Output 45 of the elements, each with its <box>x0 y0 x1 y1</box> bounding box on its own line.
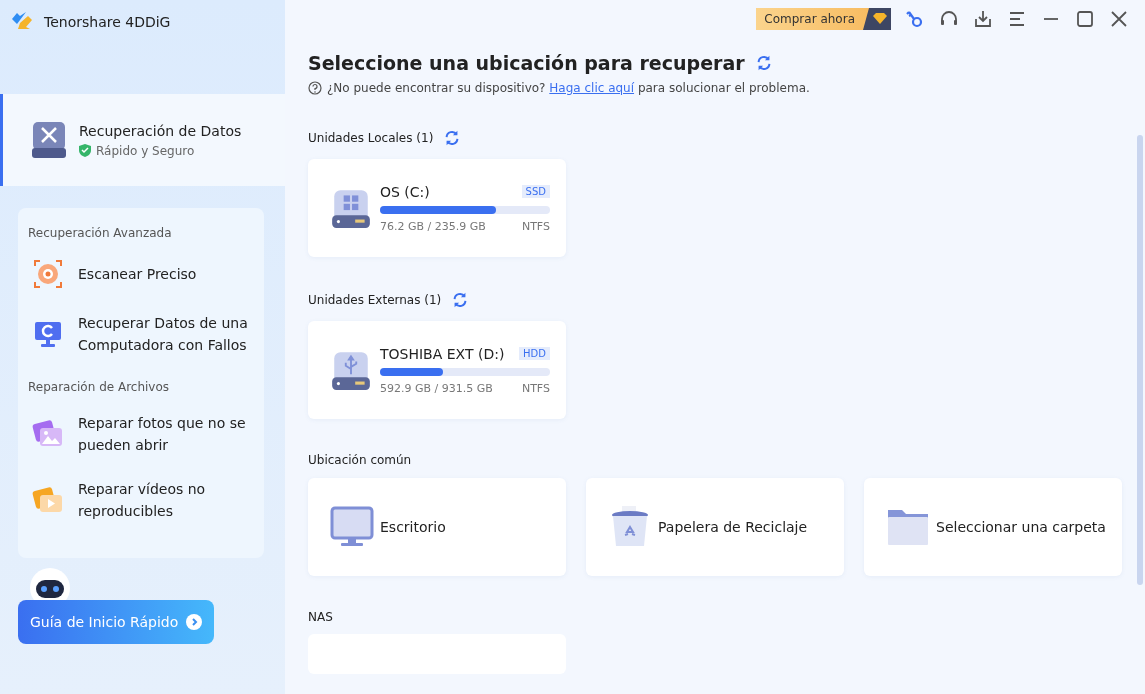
item-title: Recuperación de Datos <box>79 122 242 139</box>
sidebar-item[interactable]: Reparar fotos que no se pueden abrir <box>28 408 254 460</box>
section-title: Unidades Locales (1) <box>308 131 434 145</box>
sidebar-item[interactable]: Reparar vídeos no reproducibles <box>28 474 254 526</box>
close-icon[interactable] <box>1109 9 1129 29</box>
group-title: Recuperación Avanzada <box>28 226 173 240</box>
file-system: NTFS <box>521 219 550 233</box>
help-link[interactable]: Haga clic aquí <box>549 81 635 95</box>
drive-usage: 76.2 GB / 235.9 GB <box>380 219 486 233</box>
sidebar-item[interactable]: Recuperar Datos de una Computadora con Fallos <box>28 308 254 360</box>
section-title: NAS <box>308 610 333 624</box>
item-subtitle: Rápido y Seguro <box>96 143 195 158</box>
location-card[interactable]: Escritorio <box>308 478 566 576</box>
file-system: NTFS <box>521 381 550 395</box>
target-icon <box>32 258 64 290</box>
drive-card[interactable]: OS (C:) SSD 76.2 GB / 235.9 GB NTFS <box>308 159 566 257</box>
maximize-icon[interactable] <box>1075 9 1095 29</box>
app-title: Tenorshare 4DDiG <box>44 14 171 30</box>
quick-start-button[interactable]: Guía de Inicio Rápido <box>18 600 215 644</box>
diamond-icon <box>863 8 891 30</box>
drive-type-tag: HDD <box>519 347 550 360</box>
help-icon <box>308 81 322 95</box>
drive-type-tag: SSD <box>521 185 550 198</box>
help-text: ¿No puede encontrar su dispositivo? Haga clic aquí para solucionar el problema. <box>327 81 810 95</box>
key-icon[interactable] <box>905 9 925 29</box>
buy-now-button[interactable]: Comprar ahora <box>756 8 891 30</box>
section-title: Unidades Externas (1) <box>308 293 442 307</box>
download-icon[interactable] <box>973 9 993 29</box>
drive-card[interactable]: TOSHIBA EXT (D:) HDD 592.9 GB / 931.5 GB NTFS <box>308 321 566 419</box>
section-title: Ubicación común <box>308 453 412 467</box>
monitor-icon <box>330 505 374 549</box>
page-heading: Seleccione una ubicación para recuperar <box>308 52 745 74</box>
tools-drive-icon <box>31 120 67 160</box>
data-recovery-item[interactable]: Recuperación de Datos Rápido y Seguro <box>0 94 285 186</box>
scrollbar[interactable] <box>1137 135 1143 585</box>
menu-icon[interactable] <box>1007 9 1027 29</box>
shield-check-icon <box>79 144 91 157</box>
location-card[interactable]: Papelera de Reciclaje <box>586 478 844 576</box>
drive-name: OS (C:) <box>380 183 430 200</box>
drive-name: TOSHIBA EXT (D:) <box>380 345 505 362</box>
sidebar-item[interactable]: Escanear Preciso <box>28 254 254 294</box>
group-title: Reparación de Archivos <box>28 380 171 394</box>
chevron-right-icon <box>186 614 203 630</box>
location-card[interactable]: Seleccionar una carpeta <box>864 478 1122 576</box>
drive-usage: 592.9 GB / 931.5 GB <box>380 381 493 395</box>
